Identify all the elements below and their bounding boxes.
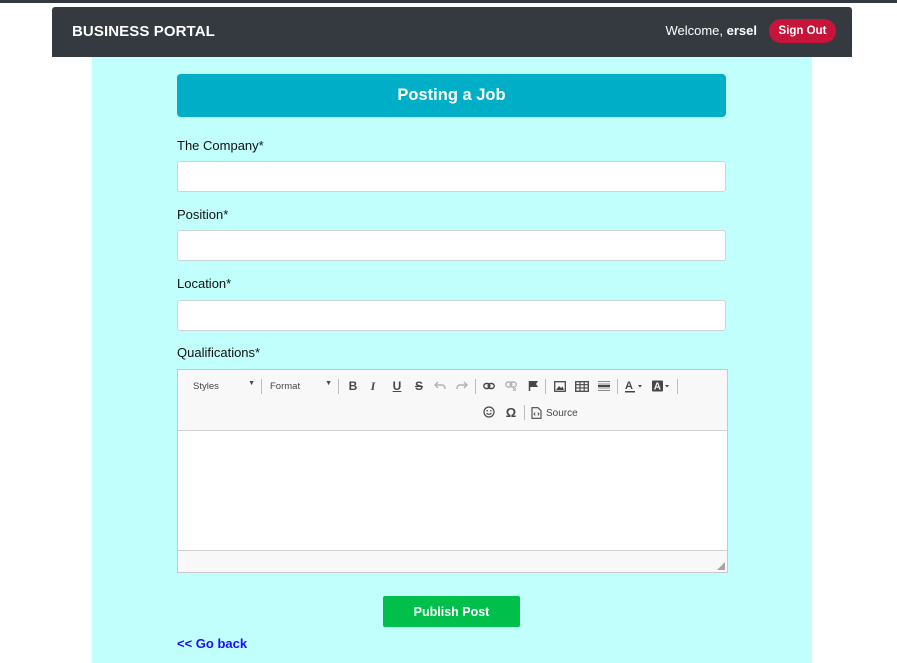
qualifications-editor: Styles ▼ Format ▼ B I U S A A Ω Source (177, 369, 728, 573)
redo-icon[interactable] (454, 378, 470, 394)
undo-icon[interactable] (432, 378, 448, 394)
bold-icon[interactable]: B (345, 378, 361, 394)
format-combo[interactable]: Format ▼ (270, 377, 332, 395)
link-icon[interactable] (481, 378, 497, 394)
toolbar-separator (475, 379, 476, 394)
position-input[interactable] (177, 230, 726, 261)
publish-post-button[interactable]: Publish Post (383, 596, 520, 627)
qualifications-label: Qualifications* (177, 345, 261, 360)
location-input[interactable] (177, 300, 726, 331)
welcome-prefix: Welcome, (665, 23, 727, 38)
smiley-icon[interactable] (481, 404, 497, 420)
page-title: Posting a Job (177, 74, 726, 117)
location-label: Location* (177, 276, 232, 291)
username: ersel (726, 23, 757, 38)
unlink-icon[interactable] (503, 378, 519, 394)
anchor-flag-icon[interactable] (525, 378, 541, 394)
sign-out-button[interactable]: Sign Out (769, 19, 836, 43)
company-label: The Company* (177, 138, 264, 153)
strikethrough-icon[interactable]: S (411, 378, 427, 394)
background-color-icon[interactable]: A (651, 378, 673, 394)
source-label: Source (546, 407, 578, 419)
resize-grip-icon[interactable] (717, 562, 725, 570)
toolbar-separator (545, 379, 546, 394)
toolbar-separator (338, 379, 339, 394)
chevron-down-icon: ▼ (248, 380, 255, 387)
company-input[interactable] (177, 161, 726, 192)
source-icon (531, 407, 542, 419)
chevron-down-icon: ▼ (325, 380, 332, 387)
special-char-omega-icon[interactable]: Ω (503, 404, 519, 420)
toolbar-separator (677, 379, 678, 394)
toolbar-separator (524, 405, 525, 420)
navbar: BUSINESS PORTAL Welcome, ersel Sign Out (52, 7, 852, 57)
svg-text:A: A (625, 380, 633, 392)
welcome-text: Welcome, ersel (665, 23, 757, 38)
italic-icon[interactable]: I (365, 378, 381, 394)
text-color-icon[interactable]: A (624, 378, 646, 394)
qualifications-textarea[interactable] (178, 431, 727, 551)
editor-statusbar (178, 550, 727, 572)
source-button[interactable]: Source (531, 405, 578, 421)
position-label: Position* (177, 207, 229, 222)
styles-combo-label: Styles (193, 380, 219, 392)
image-icon[interactable] (552, 378, 568, 394)
underline-icon[interactable]: U (389, 378, 405, 394)
top-rule (0, 0, 897, 3)
editor-toolbar: Styles ▼ Format ▼ B I U S A A Ω Source (178, 370, 727, 431)
toolbar-separator (617, 379, 618, 394)
format-combo-label: Format (270, 380, 301, 392)
styles-combo[interactable]: Styles ▼ (193, 377, 255, 395)
go-back-link[interactable]: << Go back (177, 636, 247, 651)
svg-text:A: A (654, 382, 661, 393)
main-content: Posting a Job The Company* Position* Loc… (92, 57, 812, 663)
toolbar-separator (261, 379, 262, 394)
horizontal-line-icon[interactable] (596, 378, 612, 394)
brand-title: BUSINESS PORTAL (72, 23, 215, 40)
table-icon[interactable] (574, 378, 590, 394)
